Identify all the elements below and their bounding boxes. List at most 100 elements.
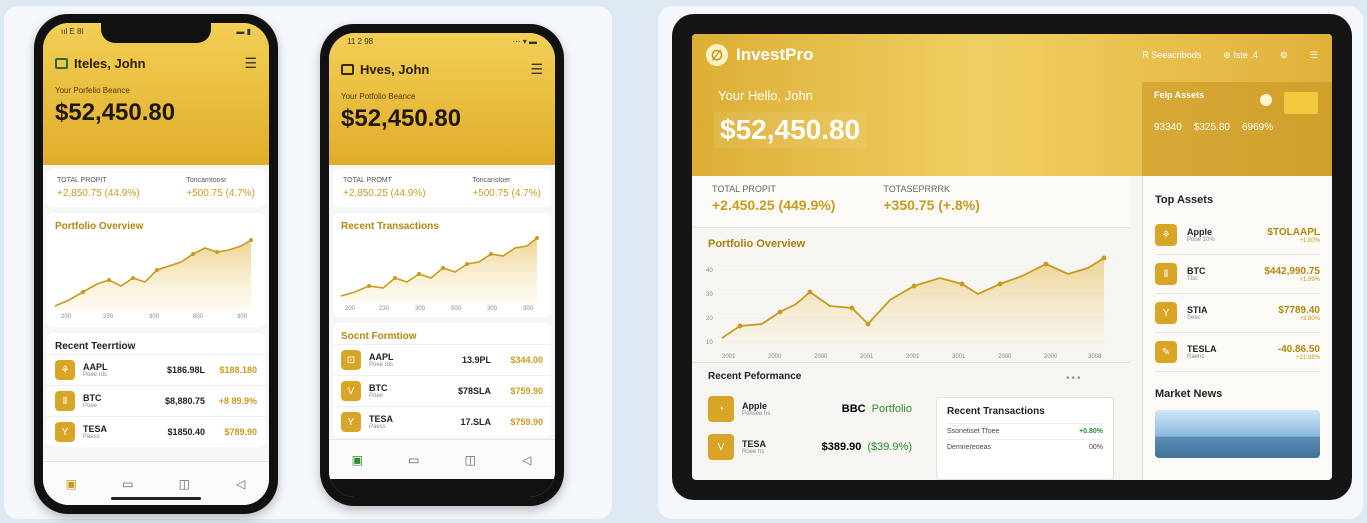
asset-value: 13.9PL: [461, 355, 491, 365]
asset-sub: Pooe 10%: [1187, 237, 1215, 243]
screen-tab-icon[interactable]: ▭: [404, 453, 424, 467]
wallet-tab-icon[interactable]: ◫: [174, 477, 194, 491]
hamburger-icon[interactable]: ☰: [1310, 50, 1318, 61]
asset-box-value: 93340: [1154, 122, 1182, 133]
list-title: Socnt Formtiow: [341, 331, 417, 342]
asset-sub: Tlsc: [1187, 276, 1198, 282]
menu-icon[interactable]: ☰: [244, 55, 257, 72]
profit-card: TOTAL PROMT +2,850.25 (44.9%) Toncanstoe…: [333, 169, 551, 207]
list-item[interactable]: Y TESA Paess $1850.40 $789.90: [47, 416, 265, 447]
home-tab-icon[interactable]: ▣: [61, 477, 81, 491]
wallet-icon: [341, 64, 354, 75]
settings-icon[interactable]: ⚙: [1280, 50, 1288, 61]
profit-value: +2.450.25 (449.9%): [712, 197, 836, 213]
today-value: +500.75 (4.7%): [472, 188, 541, 199]
asset-name: BTC: [369, 383, 388, 393]
screen-tab-icon[interactable]: ▭: [118, 477, 138, 491]
balance-label: Your Potfolio Beance: [341, 92, 416, 101]
tesla-icon: Y: [55, 422, 75, 442]
list-item[interactable]: Ⅱ BTC Poee $8,880.75 +8 89.9%: [47, 385, 265, 416]
asset-value: $442,990.75: [1264, 265, 1320, 277]
today-label: Toncanstoer: [472, 177, 511, 184]
list-item[interactable]: V TESA Roee hs $389.90 ($39.9%): [692, 428, 928, 466]
phone-1: ııl E 8l ▬ ▮ Iteles, John ☰ Your Porfeli…: [34, 14, 278, 514]
portfolio-chart[interactable]: 40 30 20 10 2001 2000 2000 2001 2001 300…: [700, 250, 1120, 362]
asset-value: $186.98L: [166, 365, 205, 375]
x-tick: 2001: [722, 354, 736, 360]
greeting: Your Hello, John: [718, 88, 813, 103]
greeting-text: Iteles, John: [74, 56, 146, 71]
lock-icon: ⊡: [341, 350, 361, 370]
list-item[interactable]: V BTC Poee $78SLA $759.90: [333, 375, 551, 406]
asset-change: +8 89.9%: [218, 396, 257, 406]
menu-icon[interactable]: ☰: [530, 61, 543, 78]
news-image[interactable]: [1155, 410, 1320, 458]
asset-change: +21.88%: [1296, 354, 1320, 361]
asset-sub: Seec: [1187, 315, 1201, 321]
send-tab-icon[interactable]: ◁: [231, 477, 251, 491]
asset-row[interactable]: Ⅱ BTC Tlsc $442,990.75 +1.89%: [1155, 255, 1320, 294]
asset-row[interactable]: ✎ TESLA Raeric -40.86.50 +21.88%: [1155, 333, 1320, 372]
nav-item-list[interactable]: ⊕ Iste .4: [1223, 50, 1258, 61]
asset-box-value: $325.80: [1193, 122, 1230, 133]
x-tick: 500: [451, 306, 462, 312]
asset-row[interactable]: Y STIA Seec $7789.40 +3.80%: [1155, 294, 1320, 333]
toggle-icon[interactable]: [1260, 94, 1272, 106]
chart-card[interactable]: Portfolio Overview 200 230 300 800 300: [47, 213, 265, 327]
phone-2-screen: 11 2 98 ⋯ ▾ ▬ Hves, John ☰ Your Potfolio…: [329, 33, 555, 497]
asset-change: +3.80%: [1299, 315, 1320, 322]
asset-change: $789.90: [224, 427, 257, 437]
asset-change: $759.90: [510, 386, 543, 396]
send-tab-icon[interactable]: ◁: [517, 453, 537, 467]
tesla-icon: Y: [341, 412, 361, 432]
chart-card[interactable]: Recent Transactions 200 230 300 500 300 …: [333, 213, 551, 317]
x-tick: 2000: [768, 354, 782, 360]
tab-bar: ▣ ▭ ◫ ◁: [329, 439, 555, 479]
y-tick: 30: [706, 292, 713, 298]
recent-transactions: Recent Transactions Ssonetiset Tfoee +0.…: [936, 397, 1114, 480]
list-item[interactable]: ⊡ AAPL Poee rds 13.9PL $344.00: [333, 344, 551, 375]
transactions-chart: 200 230 300 500 300 300: [340, 236, 539, 312]
tx-desc: Demnereoeas: [947, 444, 991, 451]
nav-item-search[interactable]: R Seeacribods: [1142, 50, 1201, 61]
asset-name: TESA: [742, 439, 767, 449]
status-bar: 11 2 98 ⋯ ▾ ▬: [329, 37, 555, 51]
asset-change: $188.180: [219, 365, 257, 375]
today-label: TOTASEPRRRK: [883, 184, 951, 194]
tesla-icon: V: [708, 434, 734, 460]
asset-sub: Roee hs: [742, 449, 765, 455]
table-row[interactable]: Ssonetiset Tfoee +0.80%: [947, 423, 1103, 439]
asset-sub: Poee rds: [83, 372, 108, 378]
list-item[interactable]: ◔ Apple Ponsee hs BBC Portfolio: [692, 390, 928, 428]
tablet-sidebar: Top Assets ⚘ Apple Pooe 10% $TOLAAPL +1.80…: [1142, 176, 1332, 480]
asset-value: $1850.40: [167, 427, 205, 437]
table-row[interactable]: Demnereoeas 00%: [947, 439, 1103, 455]
transactions-card: Recent Teerrtiow ⚘ AAPL Poee rds $186.98L…: [47, 333, 265, 447]
y-tick: 40: [706, 268, 713, 274]
greeting: Iteles, John: [55, 56, 146, 71]
x-tick: 200: [345, 306, 356, 312]
x-tick: 2000: [998, 354, 1012, 360]
x-tick: 2000: [1044, 354, 1058, 360]
more-icon[interactable]: •••: [1066, 373, 1083, 384]
balance-header: Iteles, John ☰ Your Porfelio Beance $52,…: [43, 23, 269, 165]
asset-change: +1.80%: [1299, 237, 1320, 244]
apple-icon: ⚘: [1155, 224, 1177, 246]
recent-title: Recent Transactions: [947, 406, 1045, 417]
list-item[interactable]: Y TESA Paess 17.SLA $759.90: [333, 406, 551, 437]
asset-change: $344.00: [510, 355, 543, 365]
stia-icon: Y: [1155, 302, 1177, 324]
asset-row[interactable]: ⚘ Apple Pooe 10% $TOLAAPL +1.80%: [1155, 216, 1320, 255]
wallet-tab-icon[interactable]: ◫: [460, 453, 480, 467]
asset-value: $8,880.75: [164, 396, 205, 406]
portfolio-link[interactable]: Portfolio: [872, 403, 912, 415]
home-tab-icon[interactable]: ▣: [347, 453, 367, 467]
phone-chin: [329, 479, 555, 497]
top-nav: ∅ InvestPro R Seeacribods ⊕ Iste .4 ⚙ ☰: [692, 34, 1332, 76]
asset-value: $78SLA: [457, 386, 491, 396]
list-item[interactable]: ⚘ AAPL Poee rds $186.98L $188.180: [47, 354, 265, 385]
phone-2: 11 2 98 ⋯ ▾ ▬ Hves, John ☰ Your Potfolio…: [320, 24, 564, 506]
list-title: Recent Teerrtiow: [55, 341, 136, 352]
asset-sub: Ponsee hs: [742, 411, 771, 417]
asset-value: $TOLAAPL: [1267, 226, 1320, 238]
